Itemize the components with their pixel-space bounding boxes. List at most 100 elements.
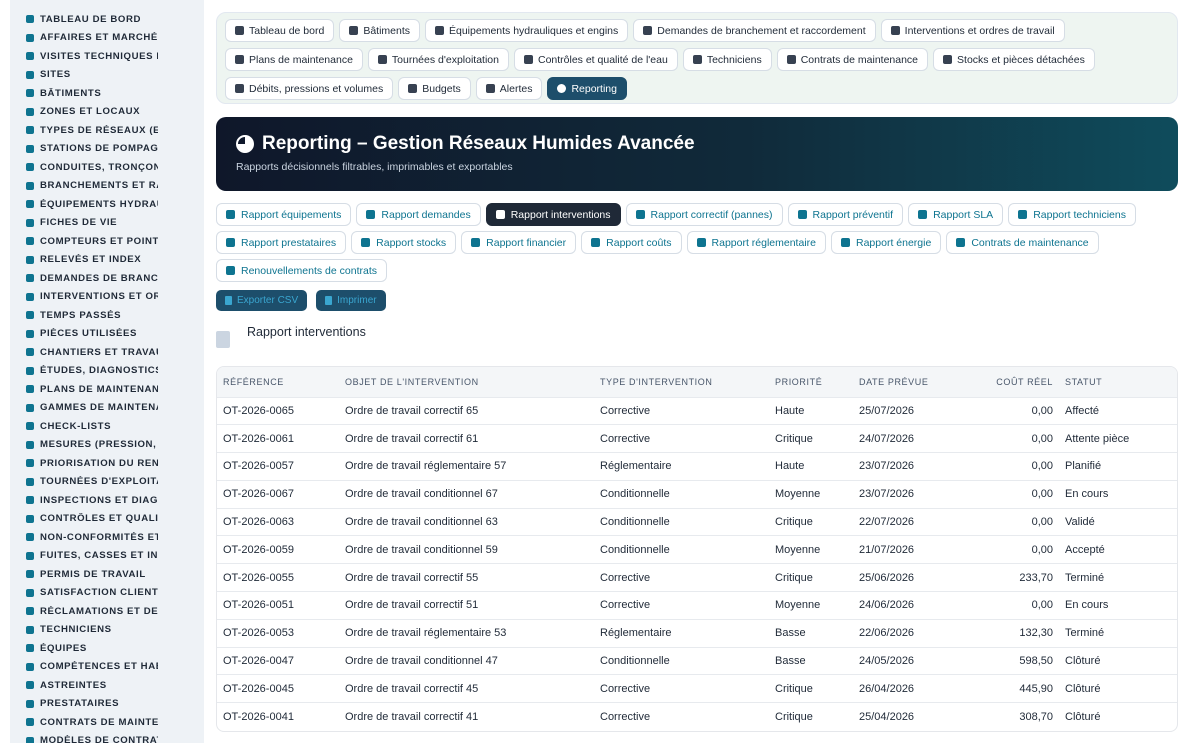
report-tab[interactable]: Rapport SLA	[908, 203, 1004, 226]
table-cell: Planifié	[1059, 452, 1177, 481]
table-row[interactable]: OT-2026-0059 Ordre de travail conditionne…	[217, 535, 1177, 564]
sidebar-item[interactable]: COMPÉTENCES ET HABIL	[10, 658, 204, 677]
nav-button[interactable]: Débits, pressions et volumes	[225, 77, 394, 100]
alert-icon	[24, 532, 35, 543]
sidebar-item[interactable]: BRANCHEMENTS ET RAC	[10, 177, 204, 196]
sidebar-item[interactable]: TECHNICIENS	[10, 621, 204, 640]
report-tab[interactable]: Rapport stocks	[351, 231, 457, 254]
sidebar-item[interactable]: FICHES DE VIE	[10, 214, 204, 233]
sidebar-item[interactable]: DEMANDES DE BRANCHE	[10, 269, 204, 288]
report-tab[interactable]: Rapport préventif	[787, 203, 904, 226]
table-row[interactable]: OT-2026-0061 Ordre de travail correctif 6…	[217, 424, 1177, 453]
column-header[interactable]: Priorité	[769, 367, 853, 397]
sidebar-item[interactable]: CHECK-LISTS	[10, 417, 204, 436]
export-csv-button[interactable]: Exporter CSV	[216, 290, 308, 311]
sidebar-item[interactable]: SITES	[10, 66, 204, 85]
sidebar-item[interactable]: INSPECTIONS ET DIAGNC	[10, 491, 204, 510]
nav-button[interactable]: Contrats de maintenance	[776, 48, 929, 71]
sidebar-item[interactable]: ASTREINTES	[10, 676, 204, 695]
sidebar-item[interactable]: PRESTATAIRES	[10, 695, 204, 714]
sidebar-item[interactable]: RÉCLAMATIONS ET DEMA	[10, 602, 204, 621]
sidebar-item[interactable]: ZONES ET LOCAUX	[10, 103, 204, 122]
sidebar-item[interactable]: NON-CONFORMITÉS ET A	[10, 528, 204, 547]
column-header[interactable]: Statut	[1059, 367, 1177, 397]
nav-button[interactable]: Reporting	[547, 77, 627, 100]
nav-button[interactable]: Budgets	[398, 77, 471, 100]
sidebar-item[interactable]: BÂTIMENTS	[10, 84, 204, 103]
table-row[interactable]: OT-2026-0057 Ordre de travail réglementai…	[217, 452, 1177, 481]
report-tab[interactable]: Rapport énergie	[831, 231, 942, 254]
sidebar-item[interactable]: TEMPS PASSÉS	[10, 306, 204, 325]
sidebar-item[interactable]: TYPES DE RÉSEAUX (EAU	[10, 121, 204, 140]
sidebar-item[interactable]: CONTRATS DE MAINTENA	[10, 713, 204, 732]
table-cell: OT-2026-0063	[217, 507, 339, 536]
report-tab[interactable]: Rapport correctif (pannes)	[625, 203, 783, 226]
report-tab[interactable]: Rapport financier	[461, 231, 577, 254]
tools-icon	[635, 210, 645, 219]
sidebar-item[interactable]: STATIONS DE POMPAGE I	[10, 140, 204, 159]
sidebar-item-label: CHANTIERS ET TRAVAUX	[40, 346, 158, 358]
phone-icon	[24, 680, 35, 691]
nav-button[interactable]: Bâtiments	[339, 19, 420, 42]
permit-icon	[24, 569, 35, 580]
report-tab[interactable]: Rapport prestataires	[216, 231, 347, 254]
column-header[interactable]: Objet de l'intervention	[339, 367, 594, 397]
print-button[interactable]: Imprimer	[316, 290, 386, 311]
sidebar-item[interactable]: PLANS DE MAINTENANCE	[10, 380, 204, 399]
report-tab-label: Rapport correctif (pannes)	[650, 208, 773, 221]
sidebar-item[interactable]: TOURNÉES D'EXPLOITATI	[10, 473, 204, 492]
table-row[interactable]: OT-2026-0041 Ordre de travail correctif 4…	[217, 702, 1177, 731]
sidebar-item[interactable]: FUITES, CASSES ET INCI	[10, 547, 204, 566]
sidebar-item[interactable]: ÉTUDES, DIAGNOSTICS E	[10, 362, 204, 381]
nav-button[interactable]: Stocks et pièces détachées	[933, 48, 1095, 71]
column-header[interactable]: Coût réel	[957, 367, 1059, 397]
report-tab[interactable]: Rapport coûts	[581, 231, 682, 254]
report-tab[interactable]: Rapport réglementaire	[686, 231, 826, 254]
nav-button[interactable]: Plans de maintenance	[225, 48, 363, 71]
report-tab[interactable]: Rapport interventions	[485, 203, 621, 226]
column-header[interactable]: Date prévue	[853, 367, 957, 397]
table-row[interactable]: OT-2026-0067 Ordre de travail conditionne…	[217, 479, 1177, 509]
table-row[interactable]: OT-2026-0063 Ordre de travail conditionne…	[217, 507, 1177, 536]
nav-button[interactable]: Demandes de branchement et raccordement	[633, 19, 876, 42]
table-row[interactable]: OT-2026-0051 Ordre de travail correctif 5…	[217, 591, 1177, 620]
sidebar-item[interactable]: PRIORISATION DU RENOU	[10, 454, 204, 473]
sidebar-item[interactable]: AFFAIRES ET MARCHÉS	[10, 29, 204, 48]
sidebar-item[interactable]: CHANTIERS ET TRAVAUX	[10, 343, 204, 362]
sidebar-item[interactable]: RELEVÉS ET INDEX	[10, 251, 204, 270]
sidebar-item[interactable]: ÉQUIPEMENTS HYDRAUL	[10, 195, 204, 214]
report-tab[interactable]: Renouvellements de contrats	[216, 259, 387, 282]
report-tab[interactable]: Rapport équipements	[216, 203, 352, 226]
column-header[interactable]: Type d'intervention	[594, 367, 769, 397]
table-row[interactable]: OT-2026-0047 Ordre de travail conditionne…	[217, 646, 1177, 675]
column-header[interactable]: Référence	[217, 367, 339, 397]
sidebar-item[interactable]: ÉQUIPES	[10, 639, 204, 658]
table-row[interactable]: OT-2026-0055 Ordre de travail correctif 5…	[217, 563, 1177, 592]
contract-icon	[786, 55, 796, 64]
sidebar-item[interactable]: MESURES (PRESSION, DÉ	[10, 436, 204, 455]
nav-button[interactable]: Contrôles et qualité de l'eau	[513, 48, 678, 71]
table-row[interactable]: OT-2026-0053 Ordre de travail réglementai…	[217, 618, 1177, 648]
sidebar-item[interactable]: CONTRÔLES ET QUALITÉ	[10, 510, 204, 529]
sidebar-item[interactable]: GAMMES DE MAINTENAN	[10, 399, 204, 418]
sidebar-item[interactable]: COMPTEURS ET POINTS I	[10, 232, 204, 251]
nav-button[interactable]: Techniciens	[682, 48, 772, 71]
report-tab[interactable]: Contrats de maintenance	[946, 231, 1099, 254]
report-tab[interactable]: Rapport techniciens	[1008, 203, 1136, 226]
nav-button[interactable]: Interventions et ordres de travail	[880, 19, 1065, 42]
sidebar-item[interactable]: VISITES TECHNIQUES ET	[10, 47, 204, 66]
nav-button[interactable]: Alertes	[475, 77, 543, 100]
sidebar-item[interactable]: CONDUITES, TRONÇONS	[10, 158, 204, 177]
table-row[interactable]: OT-2026-0045 Ordre de travail correctif 4…	[217, 674, 1177, 703]
nav-button[interactable]: Équipements hydrauliques et engins	[425, 19, 629, 42]
sidebar-item[interactable]: INTERVENTIONS ET ORDI	[10, 288, 204, 307]
report-tab[interactable]: Rapport demandes	[356, 203, 481, 226]
sidebar-item[interactable]: PIÈCES UTILISÉES	[10, 325, 204, 344]
table-row[interactable]: OT-2026-0065 Ordre de travail correctif 6…	[217, 396, 1177, 425]
sidebar-item[interactable]: SATISFACTION CLIENT	[10, 584, 204, 603]
nav-button[interactable]: Tournées d'exploitation	[367, 48, 509, 71]
sidebar-item[interactable]: MODÈLES DE CONTRATS	[10, 732, 204, 743]
sidebar-item[interactable]: PERMIS DE TRAVAIL	[10, 565, 204, 584]
sidebar-item[interactable]: TABLEAU DE BORD	[10, 10, 204, 29]
nav-button[interactable]: Tableau de bord	[225, 19, 335, 42]
